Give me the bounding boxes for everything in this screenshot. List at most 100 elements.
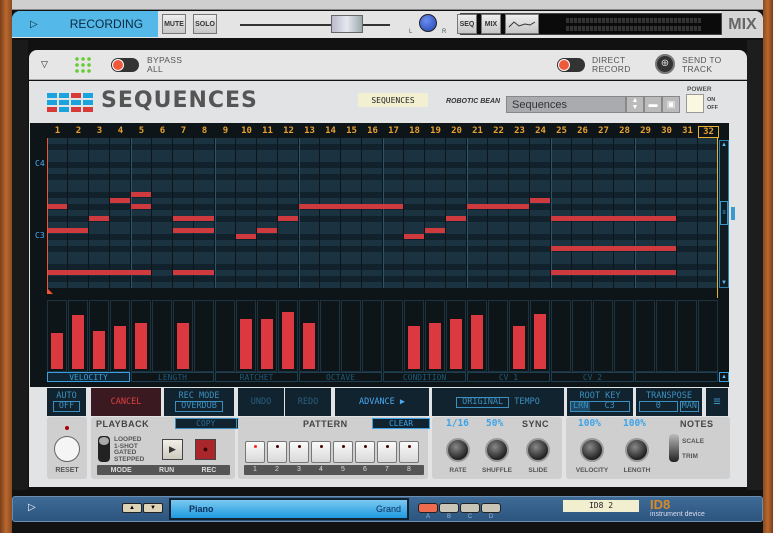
auto-value[interactable]: OFF (52, 401, 81, 412)
velocity-step[interactable] (467, 300, 487, 372)
manual-button[interactable]: MAN (679, 401, 699, 412)
step-number[interactable]: 11 (257, 126, 278, 136)
grid-cell[interactable] (593, 282, 614, 288)
note-block[interactable] (530, 198, 550, 203)
learn-button[interactable]: LRN (571, 402, 591, 411)
velocity-step[interactable] (446, 300, 466, 372)
grid-cell[interactable] (341, 282, 362, 288)
velocity-step[interactable] (362, 300, 382, 372)
note-block[interactable] (173, 270, 214, 275)
grid-cell[interactable] (656, 282, 677, 288)
direct-record-toggle[interactable] (557, 58, 585, 72)
velocity-step[interactable] (89, 300, 109, 372)
solo-button[interactable]: SOLO (193, 14, 217, 34)
rec-mode-control[interactable]: REC MODE OVERDUB (164, 388, 234, 416)
grid-cell[interactable] (173, 282, 194, 288)
step-number[interactable]: 15 (341, 126, 362, 136)
note-block[interactable] (236, 234, 256, 239)
variation-button-c[interactable] (460, 503, 480, 513)
device-grid-icon[interactable] (74, 56, 92, 74)
velocity-step[interactable] (299, 300, 319, 372)
note-block[interactable] (404, 234, 424, 239)
note-block[interactable] (110, 198, 130, 203)
pattern-pad[interactable] (355, 441, 375, 463)
grid-cell[interactable] (467, 282, 488, 288)
rec-button[interactable]: ● (195, 439, 216, 460)
grid-cell[interactable] (362, 282, 383, 288)
velocity-step[interactable] (593, 300, 613, 372)
pan-knob[interactable] (419, 14, 437, 32)
lane-expand-icon[interactable]: ▲ (719, 372, 729, 382)
expand-instrument-icon[interactable]: ▷ (28, 502, 36, 513)
step-number[interactable]: 2 (68, 126, 89, 136)
reset-button[interactable] (54, 436, 80, 462)
velocity-step[interactable] (320, 300, 340, 372)
grid-cell[interactable] (299, 282, 320, 288)
patch-browse-button[interactable]: ▬ (644, 96, 662, 113)
patch-browse-updown-button[interactable]: ▲ ▼ (626, 96, 644, 113)
power-switch[interactable] (686, 94, 704, 113)
velocity-step[interactable] (488, 300, 508, 372)
lane-tab-velocity[interactable]: VELOCITY (47, 372, 130, 382)
step-number[interactable]: 29 (635, 126, 656, 136)
mode-switch[interactable] (98, 436, 110, 462)
lane-tab-cv-1[interactable]: CV 1 (467, 372, 550, 382)
step-number[interactable]: 16 (362, 126, 383, 136)
cancel-button[interactable]: CANCEL (91, 388, 161, 416)
tempo-control[interactable]: ORIGINAL TEMPO (432, 388, 564, 416)
note-block[interactable] (131, 204, 151, 209)
clear-button[interactable]: CLEAR (372, 418, 430, 429)
velocity-step[interactable] (551, 300, 571, 372)
grid-cell[interactable] (404, 282, 425, 288)
seq-button[interactable]: SEQ (457, 14, 477, 34)
velocity-step[interactable] (68, 300, 88, 372)
patch-prev-button[interactable]: ▲ (122, 503, 142, 513)
transpose-control[interactable]: TRANSPOSE 0 MAN (636, 388, 702, 416)
note-block[interactable] (278, 216, 298, 221)
note-block[interactable] (446, 216, 466, 221)
step-number[interactable]: 14 (320, 126, 341, 136)
copy-button[interactable]: COPY (176, 419, 237, 428)
note-block[interactable] (467, 204, 529, 209)
pattern-pad[interactable] (399, 441, 419, 463)
original-button[interactable]: ORIGINAL (456, 397, 510, 408)
step-number[interactable]: 27 (593, 126, 614, 136)
note-block[interactable] (173, 228, 214, 233)
step-number[interactable]: 8 (194, 126, 215, 136)
velocity-step[interactable] (509, 300, 529, 372)
grid-cell[interactable] (446, 282, 467, 288)
instrument-patch-display[interactable]: Piano Grand (169, 498, 409, 520)
velocity-knob[interactable] (580, 438, 604, 462)
step-number[interactable]: 7 (173, 126, 194, 136)
note-block[interactable] (299, 204, 403, 209)
step-number[interactable]: 13 (299, 126, 320, 136)
step-number[interactable]: 23 (509, 126, 530, 136)
mix-tab[interactable]: MIX (722, 11, 763, 38)
step-number[interactable]: 30 (656, 126, 677, 136)
loop-start-marker[interactable] (47, 138, 48, 293)
velocity-step[interactable] (383, 300, 403, 372)
velocity-step[interactable] (530, 300, 550, 372)
grid-cell[interactable] (509, 282, 530, 288)
grid-cell[interactable] (551, 282, 572, 288)
track-tab[interactable]: ▷ RECORDING (12, 11, 158, 37)
step-number[interactable]: 31 (677, 126, 698, 136)
pattern-pad[interactable] (333, 441, 353, 463)
rec-mode-value[interactable]: OVERDUB (175, 401, 223, 412)
shuffle-knob[interactable] (485, 438, 509, 462)
loop-start-handle[interactable] (47, 288, 53, 294)
step-number[interactable]: 24 (530, 126, 551, 136)
note-block[interactable] (47, 204, 67, 209)
velocity-step[interactable] (47, 300, 67, 372)
collapse-icon[interactable]: ▽ (41, 59, 48, 70)
scroll-down-icon[interactable]: ▼ (720, 279, 728, 287)
velocity-step[interactable] (614, 300, 634, 372)
note-block[interactable] (551, 270, 676, 275)
velocity-step[interactable] (656, 300, 676, 372)
scale-trim-switch[interactable] (669, 434, 679, 462)
auto-control[interactable]: AUTO OFF (47, 388, 86, 416)
volume-fader-track[interactable] (240, 24, 390, 26)
step-number[interactable]: 21 (467, 126, 488, 136)
scroll-up-icon[interactable]: ▲ (720, 141, 728, 149)
rate-knob[interactable] (446, 438, 470, 462)
